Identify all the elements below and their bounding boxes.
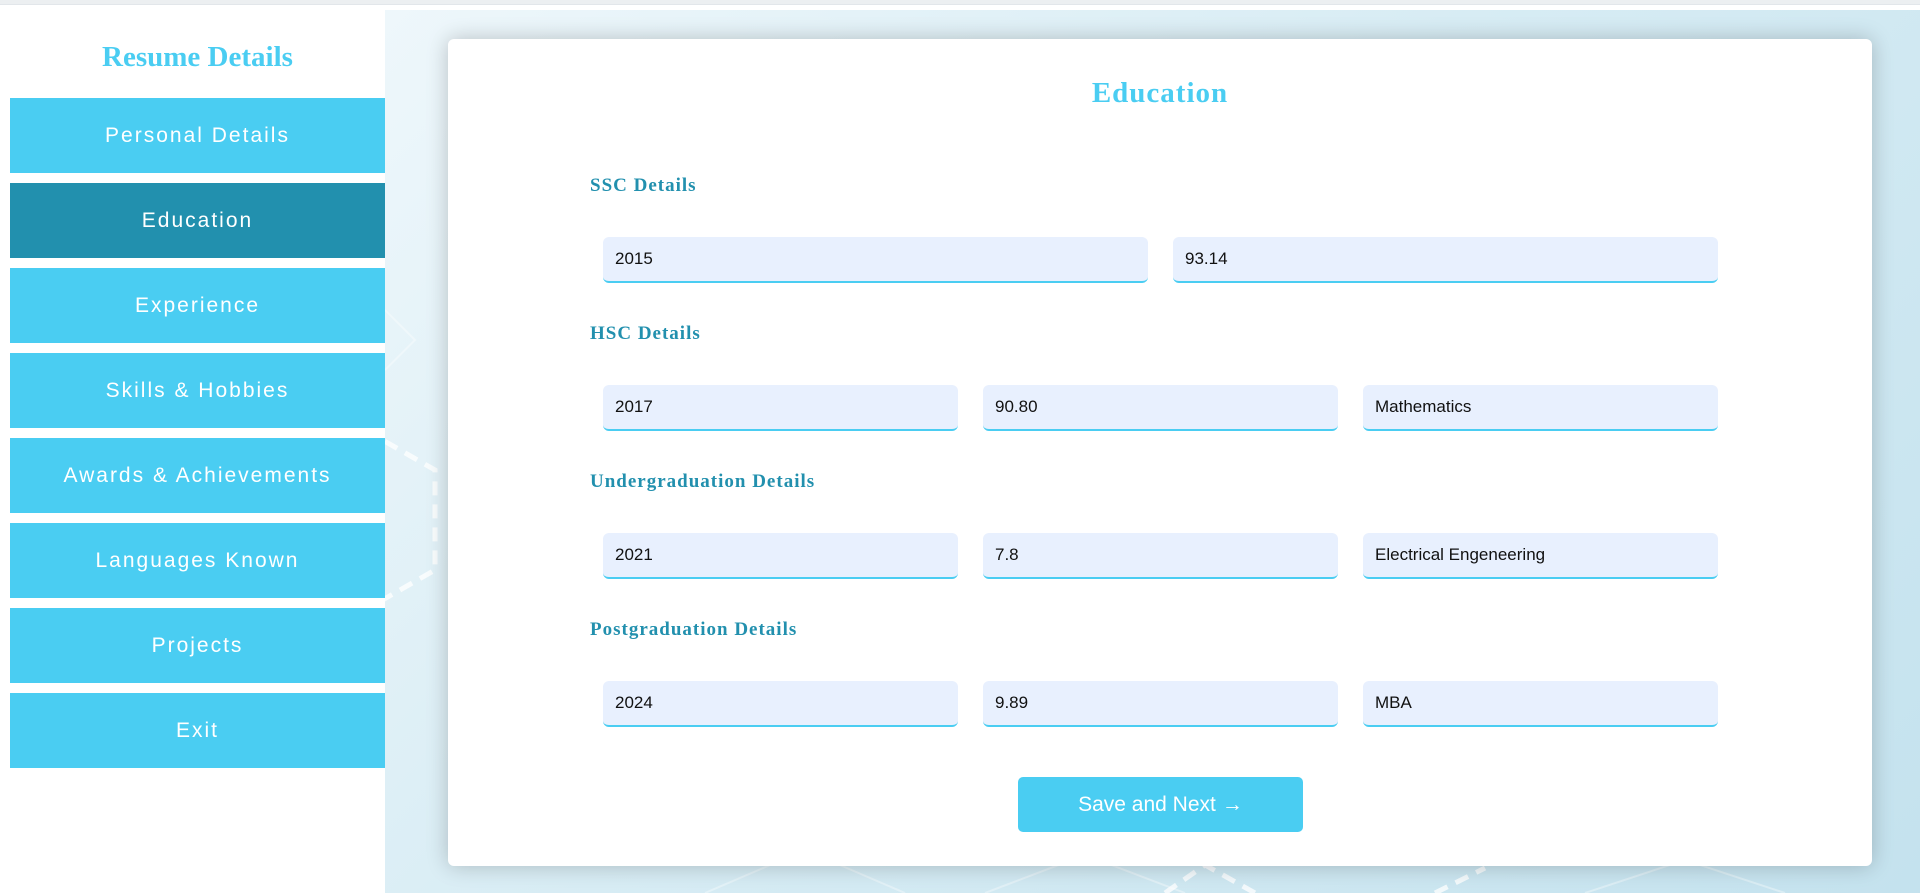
sidebar-nav: Personal Details Education Experience Sk…	[10, 98, 385, 778]
sidebar-item-experience[interactable]: Experience	[10, 268, 385, 343]
sidebar: Resume Details Personal Details Educatio…	[0, 5, 385, 893]
pg-stream-input[interactable]	[1363, 681, 1718, 727]
save-button-label: Save and Next	[1078, 792, 1216, 816]
sidebar-item-languages-known[interactable]: Languages Known	[10, 523, 385, 598]
pg-section-label: Postgraduation Details	[590, 619, 798, 640]
education-form-card: Education SSC Details HSC Details Underg…	[448, 39, 1872, 866]
pg-score-input[interactable]	[983, 681, 1338, 727]
hsc-stream-input[interactable]	[1363, 385, 1718, 431]
ug-stream-input[interactable]	[1363, 533, 1718, 579]
ssc-year-input[interactable]	[603, 237, 1148, 283]
sidebar-item-exit[interactable]: Exit	[10, 693, 385, 768]
sidebar-item-skills-hobbies[interactable]: Skills & Hobbies	[10, 353, 385, 428]
pg-year-input[interactable]	[603, 681, 958, 727]
save-and-next-button[interactable]: Save and Next →	[1018, 777, 1303, 832]
hsc-section-label: HSC Details	[590, 323, 701, 344]
page-title: Education	[1091, 77, 1229, 109]
ug-year-input[interactable]	[603, 533, 958, 579]
ug-section-label: Undergraduation Details	[590, 471, 816, 492]
ssc-score-input[interactable]	[1173, 237, 1718, 283]
sidebar-item-personal-details[interactable]: Personal Details	[10, 98, 385, 173]
sidebar-item-education[interactable]: Education	[10, 183, 385, 258]
arrow-right-icon: →	[1221, 792, 1243, 816]
ug-score-input[interactable]	[983, 533, 1338, 579]
ssc-section-label: SSC Details	[590, 175, 697, 196]
hsc-year-input[interactable]	[603, 385, 958, 431]
sidebar-item-projects[interactable]: Projects	[10, 608, 385, 683]
hsc-score-input[interactable]	[983, 385, 1338, 431]
sidebar-title: Resume Details	[102, 41, 293, 73]
sidebar-item-awards-achievements[interactable]: Awards & Achievements	[10, 438, 385, 513]
